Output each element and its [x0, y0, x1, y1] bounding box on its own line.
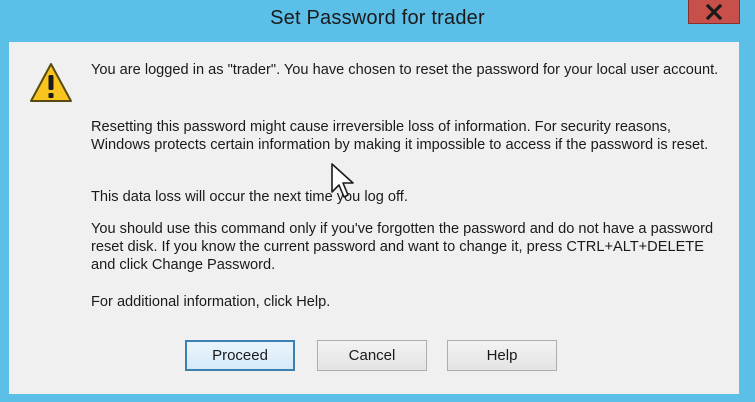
close-button[interactable]	[688, 0, 740, 24]
help-button[interactable]: Help	[447, 340, 557, 371]
message-logged-in: You are logged in as "trader". You have …	[91, 62, 719, 78]
title-bar[interactable]: Set Password for trader	[0, 0, 755, 40]
dialog-body: You are logged in as "trader". You have …	[9, 42, 739, 394]
cancel-button[interactable]: Cancel	[317, 340, 427, 371]
message-usage: You should use this command only if you'…	[91, 221, 714, 273]
proceed-button[interactable]: Proceed	[185, 340, 295, 371]
dialog-window: Set Password for trader You are logged i…	[0, 0, 755, 402]
message-log-off: This data loss will occur the next time …	[91, 189, 408, 205]
message-help: For additional information, click Help.	[91, 294, 331, 310]
close-icon	[705, 3, 723, 20]
mouse-cursor-icon	[331, 163, 354, 198]
message-data-loss-warning: Resetting this password might cause irre…	[91, 119, 709, 153]
warning-icon	[30, 63, 72, 102]
window-title: Set Password for trader	[270, 7, 485, 29]
